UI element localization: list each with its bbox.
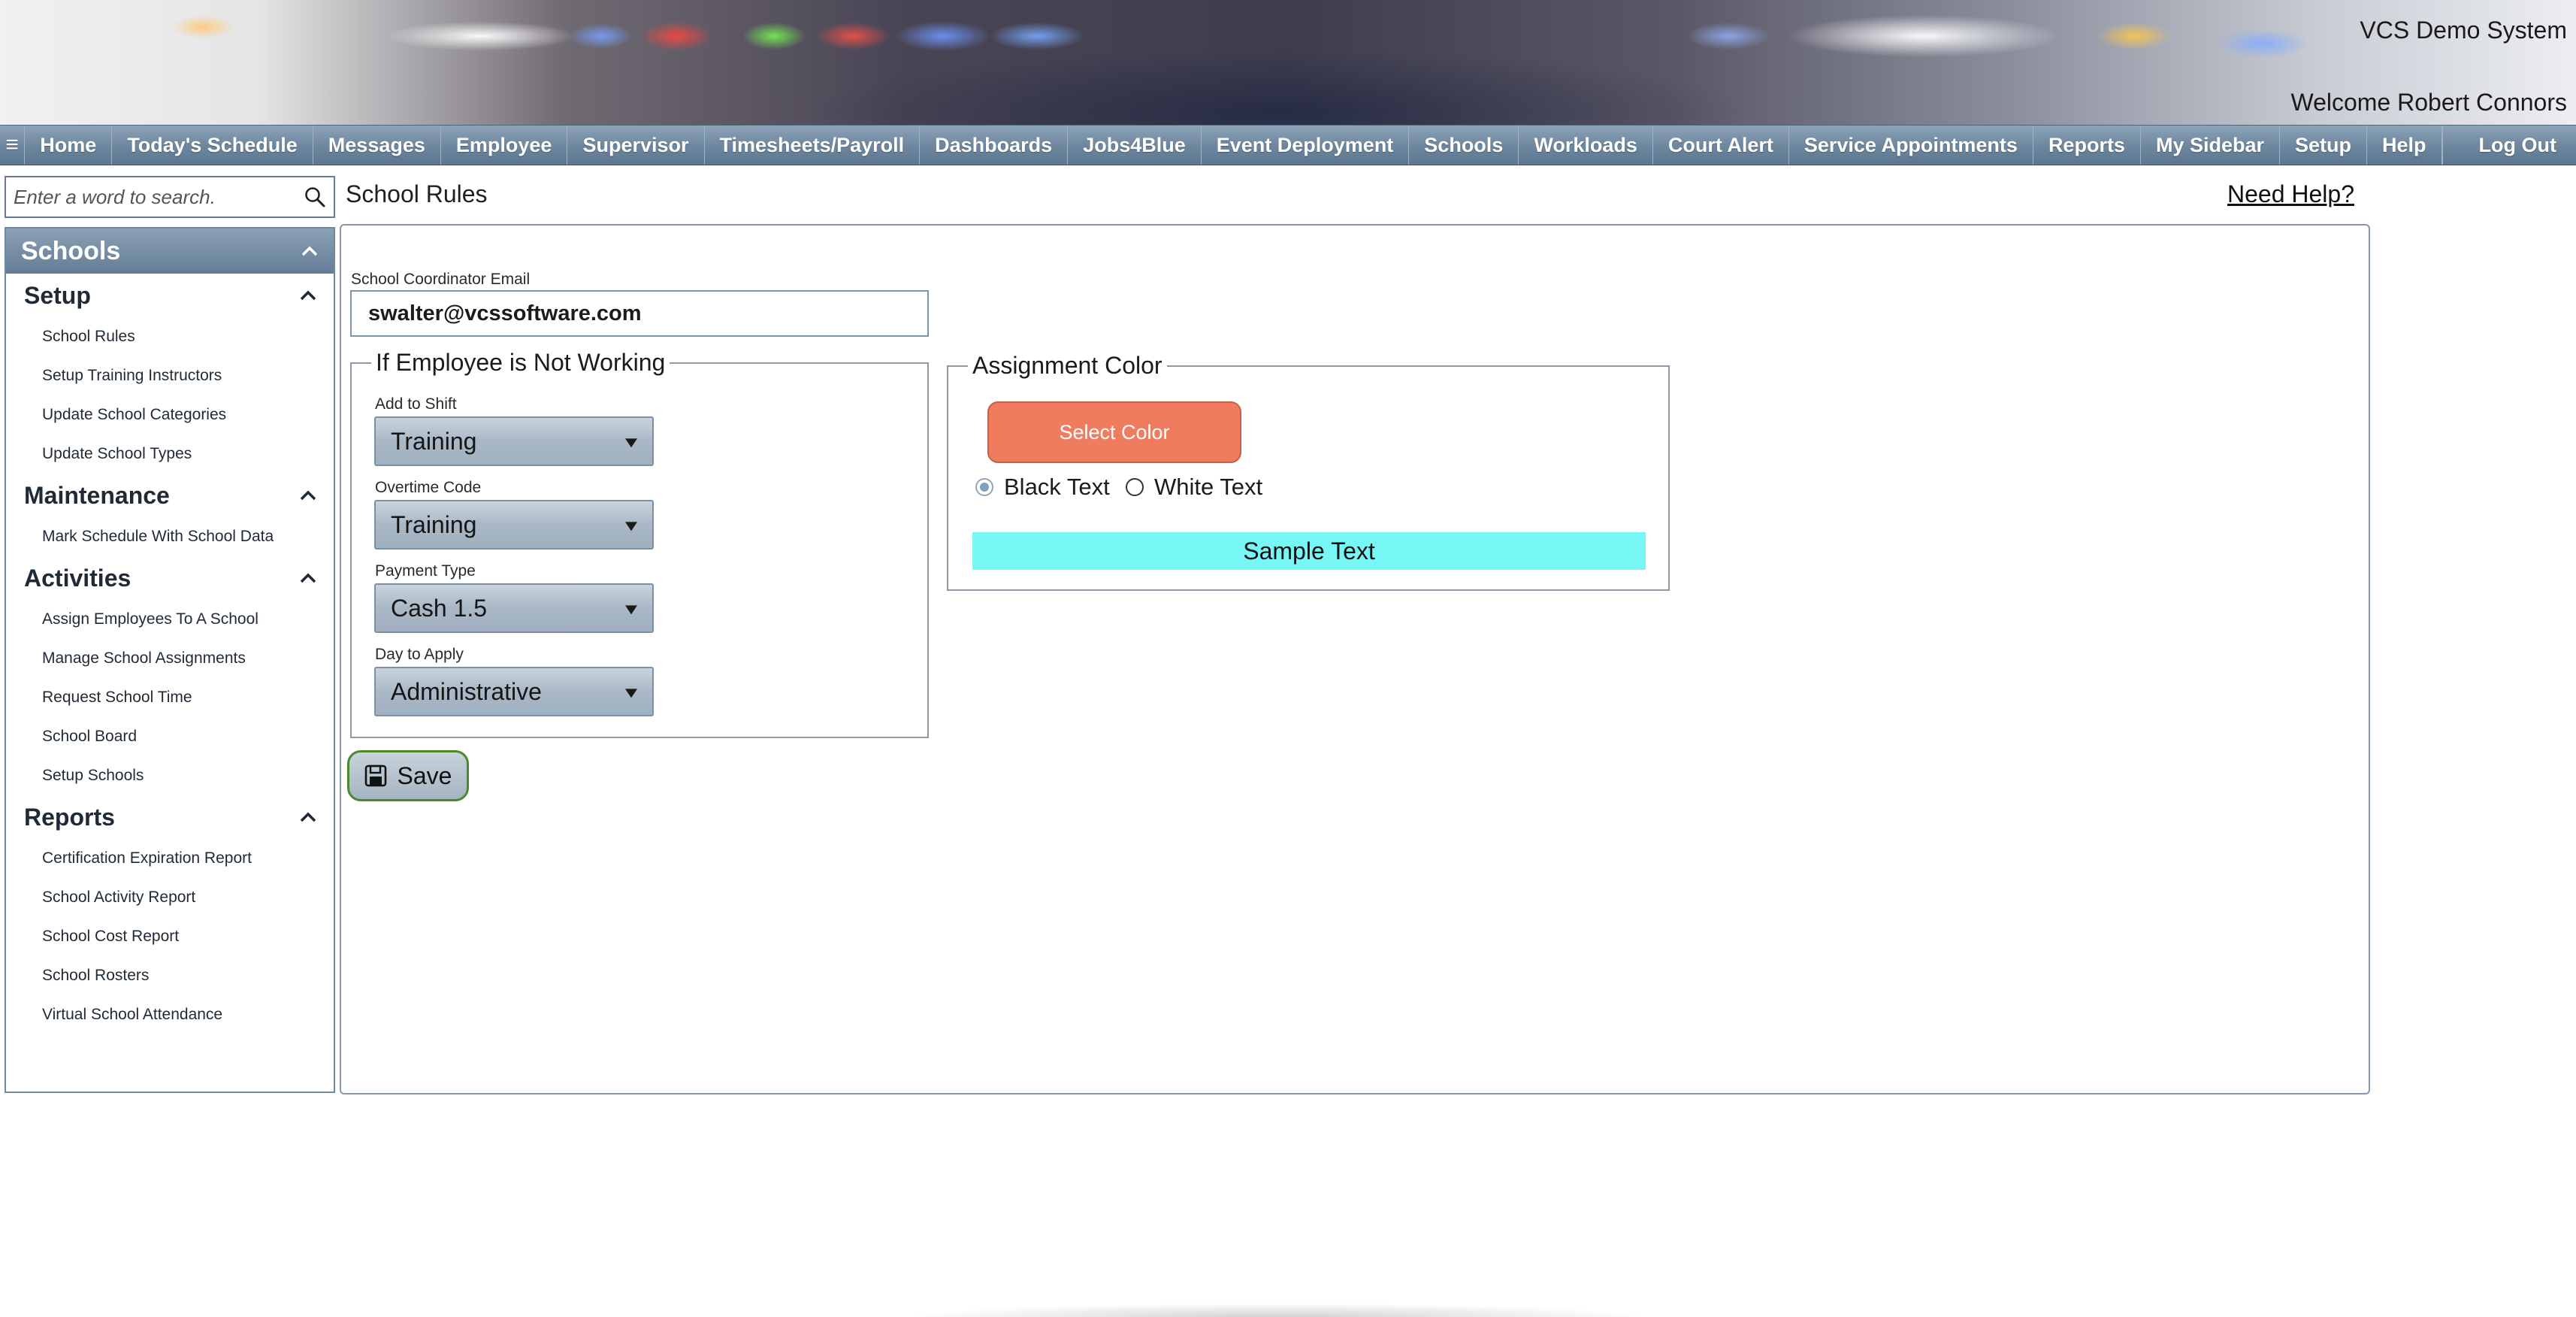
logout-button[interactable]: Log Out <box>2441 126 2576 165</box>
nav-service-appointments[interactable]: Service Appointments <box>1789 126 2033 165</box>
sidebar-item-school-rules[interactable]: School Rules <box>6 317 334 356</box>
sidebar-item-request-school-time[interactable]: Request School Time <box>6 678 334 717</box>
page-title: School Rules <box>346 180 488 207</box>
add-to-shift-value: Training <box>391 427 477 455</box>
sidebar-item-update-school-categories[interactable]: Update School Categories <box>6 395 334 434</box>
footer-shadow <box>751 1278 1804 1317</box>
chevron-up-icon[interactable] <box>299 811 317 823</box>
sidebar-header[interactable]: Schools <box>6 229 334 274</box>
floppy-disk-icon <box>364 764 386 787</box>
system-name: VCS Demo System <box>2360 17 2567 44</box>
sidebar-item-update-school-types[interactable]: Update School Types <box>6 434 334 474</box>
chevron-up-icon[interactable] <box>299 289 317 301</box>
day-to-apply-select[interactable]: Administrative <box>374 667 654 716</box>
radio-unselected-icon[interactable] <box>1126 478 1144 496</box>
sidebar-item-assign-employees[interactable]: Assign Employees To A School <box>6 600 334 639</box>
chevron-up-icon[interactable] <box>299 489 317 501</box>
nav-court-alert[interactable]: Court Alert <box>1653 126 1789 165</box>
save-button[interactable]: Save <box>347 750 469 801</box>
nav-timesheets-payroll[interactable]: Timesheets/Payroll <box>705 126 921 165</box>
save-label: Save <box>397 761 452 789</box>
sidebar-item-setup-schools[interactable]: Setup Schools <box>6 756 334 795</box>
nav-supervisor[interactable]: Supervisor <box>567 126 705 165</box>
main-nav: ≡ Home Today's Schedule Messages Employe… <box>0 125 2576 165</box>
nav-schools[interactable]: Schools <box>1409 126 1519 165</box>
caret-down-icon <box>625 438 637 448</box>
sidebar-item-setup-training-instructors[interactable]: Setup Training Instructors <box>6 356 334 395</box>
search-box <box>5 176 335 218</box>
nav-jobs4blue[interactable]: Jobs4Blue <box>1068 126 1202 165</box>
section-label: Maintenance <box>24 481 170 509</box>
coordinator-email-label: School Coordinator Email <box>351 271 531 288</box>
welcome-message: Welcome Robert Connors <box>2290 89 2567 116</box>
sample-text-preview: Sample Text <box>972 532 1646 570</box>
sidebar-header-label: Schools <box>21 236 121 265</box>
day-to-apply-label: Day to Apply <box>375 646 464 663</box>
overtime-code-label: Overtime Code <box>375 479 482 496</box>
need-help-link[interactable]: Need Help? <box>2227 180 2354 208</box>
sidebar-item-school-activity-report[interactable]: School Activity Report <box>6 878 334 917</box>
assignment-color-legend: Assignment Color <box>972 352 1163 379</box>
sidebar-item-manage-school-assignments[interactable]: Manage School Assignments <box>6 639 334 678</box>
search-icon[interactable] <box>296 177 334 216</box>
nav-my-sidebar[interactable]: My Sidebar <box>2141 126 2280 165</box>
section-label: Setup <box>24 281 91 309</box>
white-text-radio[interactable]: White Text <box>1126 474 1262 501</box>
sidebar-item-school-rosters[interactable]: School Rosters <box>6 956 334 995</box>
caret-down-icon <box>625 605 637 615</box>
search-input[interactable] <box>6 177 296 216</box>
caret-down-icon <box>625 522 637 531</box>
payment-type-value: Cash 1.5 <box>391 594 488 622</box>
payment-type-label: Payment Type <box>375 562 476 580</box>
day-to-apply-value: Administrative <box>391 677 542 705</box>
sidebar: Schools Setup School Rules Setup Trainin… <box>5 227 335 1093</box>
nav-setup[interactable]: Setup <box>2280 126 2368 165</box>
sidebar-item-certification-expiration-report[interactable]: Certification Expiration Report <box>6 839 334 878</box>
sidebar-section-reports[interactable]: Reports <box>6 795 334 839</box>
overtime-code-select[interactable]: Training <box>374 500 654 550</box>
not-working-legend: If Employee is Not Working <box>376 349 666 376</box>
coordinator-email-field[interactable] <box>350 290 929 337</box>
radio-selected-icon[interactable] <box>975 478 993 496</box>
sidebar-section-maintenance[interactable]: Maintenance <box>6 474 334 517</box>
payment-type-select[interactable]: Cash 1.5 <box>374 583 654 633</box>
chevron-up-icon[interactable] <box>299 572 317 584</box>
nav-todays-schedule[interactable]: Today's Schedule <box>112 126 313 165</box>
section-label: Activities <box>24 564 132 592</box>
white-text-label: White Text <box>1154 474 1263 500</box>
sidebar-section-activities[interactable]: Activities <box>6 556 334 600</box>
add-to-shift-select[interactable]: Training <box>374 416 654 466</box>
nav-home[interactable]: Home <box>25 126 113 165</box>
sidebar-item-school-cost-report[interactable]: School Cost Report <box>6 917 334 956</box>
nav-event-deployment[interactable]: Event Deployment <box>1202 126 1410 165</box>
select-color-button[interactable]: Select Color <box>987 401 1241 463</box>
caret-down-icon <box>625 689 637 698</box>
nav-employee[interactable]: Employee <box>441 126 568 165</box>
black-text-radio[interactable]: Black Text <box>975 474 1110 501</box>
overtime-code-value: Training <box>391 510 477 538</box>
nav-help[interactable]: Help <box>2367 126 2442 165</box>
sidebar-item-school-board[interactable]: School Board <box>6 717 334 756</box>
nav-dashboards[interactable]: Dashboards <box>920 126 1069 165</box>
section-label: Reports <box>24 803 115 831</box>
add-to-shift-label: Add to Shift <box>375 395 457 413</box>
sidebar-item-mark-schedule[interactable]: Mark Schedule With School Data <box>6 517 334 556</box>
black-text-label: Black Text <box>1004 474 1110 500</box>
chevron-up-icon[interactable] <box>301 245 319 257</box>
menu-icon[interactable]: ≡ <box>0 126 26 165</box>
nav-workloads[interactable]: Workloads <box>1519 126 1653 165</box>
header-banner: VCS Demo System Welcome Robert Connors <box>0 0 2576 125</box>
sidebar-item-virtual-school-attendance[interactable]: Virtual School Attendance <box>6 995 334 1034</box>
nav-messages[interactable]: Messages <box>313 126 441 165</box>
nav-reports[interactable]: Reports <box>2033 126 2141 165</box>
sidebar-section-setup[interactable]: Setup <box>6 274 334 317</box>
